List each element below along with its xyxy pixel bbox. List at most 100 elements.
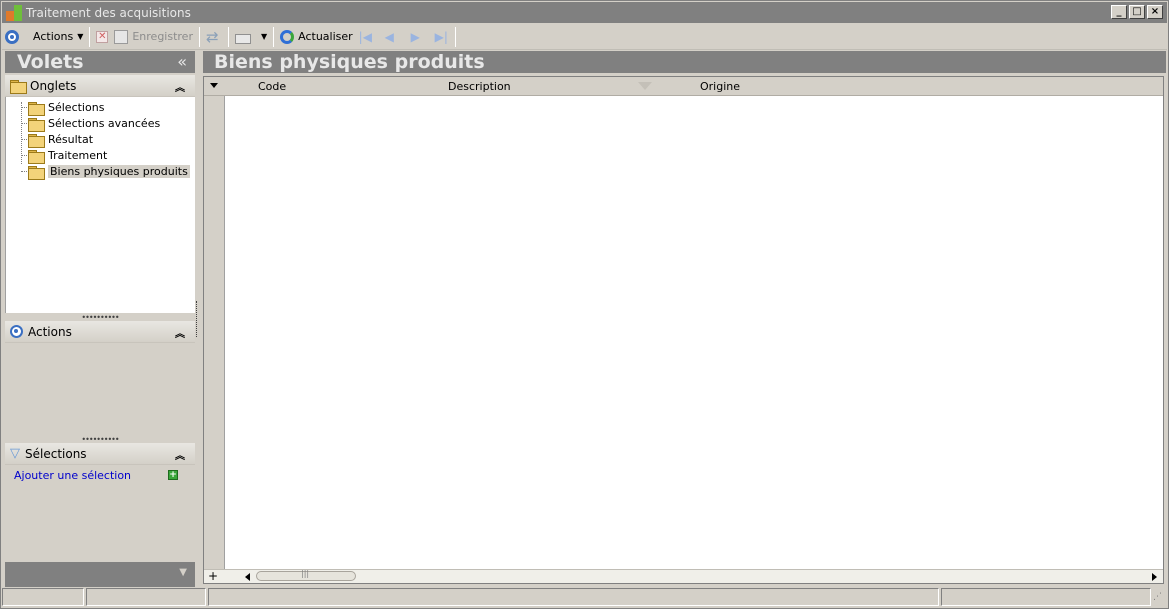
- status-cell: [85, 588, 206, 606]
- tree-item-selections[interactable]: Sélections: [28, 100, 105, 116]
- save-button[interactable]: Enregistrer: [111, 26, 196, 48]
- tree-item-traitement[interactable]: Traitement: [28, 148, 107, 164]
- maximize-button[interactable]: □: [1129, 5, 1145, 19]
- actions-section-body: [5, 343, 195, 435]
- selections-section-header[interactable]: ▽ Sélections ︽: [5, 443, 195, 465]
- close-button[interactable]: ×: [1147, 5, 1163, 19]
- first-record-button[interactable]: |◀: [356, 26, 376, 48]
- main-title-text: Biens physiques produits: [214, 51, 485, 73]
- grid-header: Code Description Origine: [204, 77, 1163, 96]
- app-icon: [6, 4, 22, 21]
- last-record-button[interactable]: ▶|: [432, 26, 452, 48]
- next-record-button[interactable]: ▶: [408, 26, 428, 48]
- scroll-right-icon[interactable]: [1152, 573, 1157, 581]
- column-chooser-icon[interactable]: [210, 83, 218, 88]
- app-window: Traitement des acquisitions _ □ × Action…: [0, 0, 1169, 609]
- refresh-icon: [280, 29, 295, 44]
- toolbar-separator: [273, 26, 275, 47]
- chevron-down-icon[interactable]: ▼: [179, 567, 187, 578]
- horizontal-scrollbar[interactable]: +: [204, 569, 1163, 583]
- filter-icon: ▽: [10, 446, 20, 461]
- save-label: Enregistrer: [132, 30, 193, 43]
- chevron-down-icon: ▼: [77, 32, 84, 41]
- next-icon: ▶: [410, 29, 420, 44]
- column-header-origine[interactable]: Origine: [700, 80, 740, 93]
- prev-icon: ◀: [384, 29, 394, 44]
- scroll-left-icon[interactable]: [245, 573, 250, 581]
- toolbar-separator: [454, 26, 456, 47]
- folder-icon: [28, 117, 45, 132]
- tree-item-label: Biens physiques produits: [48, 165, 190, 178]
- collapse-section-icon[interactable]: ︽: [175, 79, 185, 94]
- scroll-thumb[interactable]: [256, 569, 356, 581]
- print-button[interactable]: ▼: [232, 26, 270, 48]
- actions-menu-label: Actions: [33, 30, 74, 43]
- save-icon: [114, 29, 129, 44]
- last-icon: ▶|: [434, 29, 448, 44]
- toolbar-separator: [89, 26, 91, 47]
- onglets-section-header[interactable]: Onglets ︽: [5, 75, 195, 97]
- tree-item-label: Sélections avancées: [48, 117, 161, 130]
- panel-bottom-bar: ▼: [5, 562, 195, 587]
- section-splitter[interactable]: ••••••••••: [5, 435, 195, 444]
- delete-icon: ✕: [96, 30, 109, 43]
- tree-item-label: Résultat: [48, 133, 94, 146]
- collapse-section-icon[interactable]: ︽: [175, 325, 185, 340]
- add-icon[interactable]: +: [168, 470, 178, 480]
- minimize-button[interactable]: _: [1111, 5, 1127, 19]
- add-row-icon[interactable]: +: [208, 569, 218, 583]
- title-bar[interactable]: Traitement des acquisitions _ □ ×: [2, 2, 1167, 23]
- volets-header: Volets «: [5, 51, 195, 73]
- actions-section-title: Actions: [28, 324, 72, 339]
- status-cell: [941, 588, 1151, 606]
- toolbar: Actions ▼ ✕ Enregistrer ⇄ ▼ Actualiser |…: [2, 24, 1167, 50]
- volets-title: Volets: [17, 51, 84, 73]
- actions-ring-icon: [5, 29, 19, 44]
- left-panel: Volets « Onglets ︽ Sélections Sélections…: [5, 51, 195, 587]
- filter-icon[interactable]: [638, 82, 652, 90]
- selections-section-title: Sélections: [25, 446, 87, 461]
- close-icon: ×: [1150, 6, 1160, 17]
- vertical-splitter[interactable]: [196, 301, 199, 337]
- chevron-down-icon: ▼: [260, 32, 268, 41]
- refresh-label: Actualiser: [298, 30, 353, 43]
- previous-record-button[interactable]: ◀: [382, 26, 402, 48]
- window-title: Traitement des acquisitions: [26, 5, 191, 20]
- main-panel: Biens physiques produits Code Descriptio…: [203, 51, 1166, 584]
- tree-item-resultat[interactable]: Résultat: [28, 132, 94, 148]
- column-header-description[interactable]: Description: [448, 80, 511, 93]
- resize-grip-icon[interactable]: ⋰: [1153, 588, 1167, 606]
- toolbar-separator: [227, 26, 229, 47]
- toolbar-separator: [198, 26, 200, 47]
- actions-section-header[interactable]: Actions ︽: [5, 321, 195, 343]
- open-folder-icon: [28, 165, 45, 180]
- section-splitter[interactable]: ••••••••••: [5, 313, 195, 322]
- tabs-tree: Sélections Sélections avancées Résultat …: [5, 97, 195, 313]
- column-header-code[interactable]: Code: [258, 80, 286, 93]
- print-icon: [234, 33, 251, 44]
- folder-icon: [10, 79, 27, 94]
- selections-section-body: Ajouter une sélection +: [5, 465, 195, 562]
- actions-ring-icon: [10, 325, 23, 338]
- sync-button[interactable]: ⇄: [203, 26, 225, 48]
- actions-menu-button[interactable]: Actions ▼: [30, 26, 86, 48]
- delete-button[interactable]: ✕: [93, 26, 111, 48]
- sync-icon: ⇄: [205, 27, 219, 46]
- folder-icon: [28, 149, 45, 164]
- tree-item-biens-physiques-produits[interactable]: Biens physiques produits: [28, 164, 190, 180]
- folder-icon: [28, 101, 45, 116]
- status-bar: ⋰: [2, 588, 1167, 607]
- refresh-button[interactable]: Actualiser: [277, 26, 356, 48]
- data-grid[interactable]: Code Description Origine +: [203, 76, 1164, 584]
- add-selection-link[interactable]: Ajouter une sélection: [14, 469, 131, 482]
- tree-item-label: Sélections: [48, 101, 105, 114]
- collapse-section-icon[interactable]: ︽: [175, 447, 185, 462]
- collapse-panel-icon[interactable]: «: [177, 52, 187, 71]
- folder-icon: [28, 133, 45, 148]
- onglets-title: Onglets: [30, 78, 77, 93]
- actions-ring-button[interactable]: [2, 26, 22, 48]
- status-cell: [2, 588, 84, 606]
- tree-item-selections-avancees[interactable]: Sélections avancées: [28, 116, 161, 132]
- row-selector-column: [204, 96, 225, 569]
- maximize-icon: □: [1132, 6, 1142, 17]
